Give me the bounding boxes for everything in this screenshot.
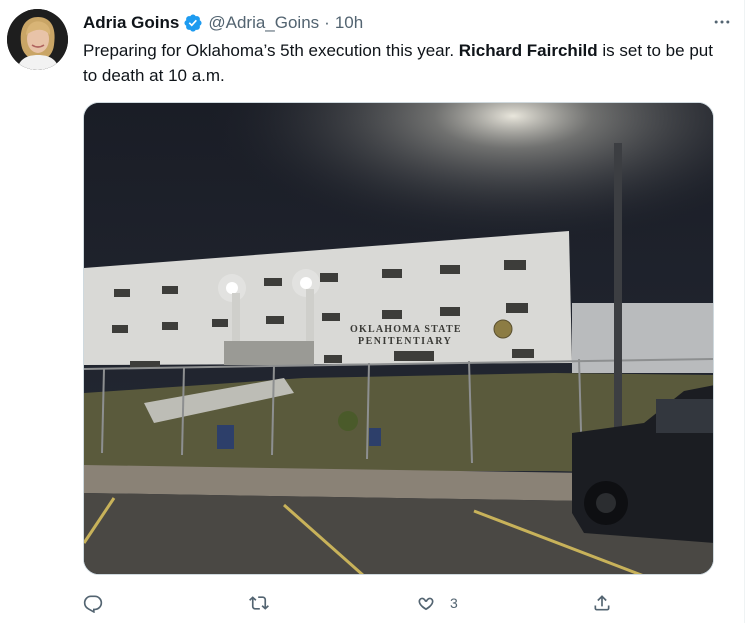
timestamp[interactable]: 10h: [335, 13, 363, 33]
sign-line-1: OKLAHOMA STATE: [350, 324, 462, 335]
author-handle[interactable]: @Adria_Goins: [208, 13, 319, 33]
like-count: 3: [450, 595, 458, 611]
share-icon: [594, 595, 610, 611]
more-icon[interactable]: [712, 12, 732, 34]
tweet-header: Adria Goins @Adria_Goins · 10h: [83, 12, 724, 34]
retweet-icon: [249, 596, 269, 610]
tweet-text-part1: Preparing for Oklahoma’s 5th execution t…: [83, 41, 459, 60]
tweet-text-bold-name[interactable]: Richard Fairchild: [459, 41, 598, 60]
like-button[interactable]: 3: [416, 591, 458, 615]
tweet-text: Preparing for Oklahoma’s 5th execution t…: [83, 38, 723, 88]
tweet-actions: 3: [83, 591, 623, 615]
author-name[interactable]: Adria Goins: [83, 13, 179, 33]
avatar[interactable]: [7, 9, 68, 70]
avatar-image: [7, 9, 68, 70]
verified-badge-icon: [184, 14, 202, 32]
tweet-photo[interactable]: OKLAHOMA STATE PENITENTIARY: [83, 102, 714, 575]
like-icon: [418, 597, 434, 611]
reply-button[interactable]: [83, 591, 117, 615]
retweet-button[interactable]: [249, 591, 283, 615]
reply-icon: [83, 595, 103, 613]
share-button[interactable]: [592, 591, 626, 615]
separator-dot: ·: [324, 13, 330, 32]
photo-prison-night: OKLAHOMA STATE PENITENTIARY: [84, 103, 713, 574]
sign-line-2: PENITENTIARY: [358, 336, 452, 347]
tweet[interactable]: Adria Goins @Adria_Goins · 10h Preparing…: [0, 0, 745, 623]
